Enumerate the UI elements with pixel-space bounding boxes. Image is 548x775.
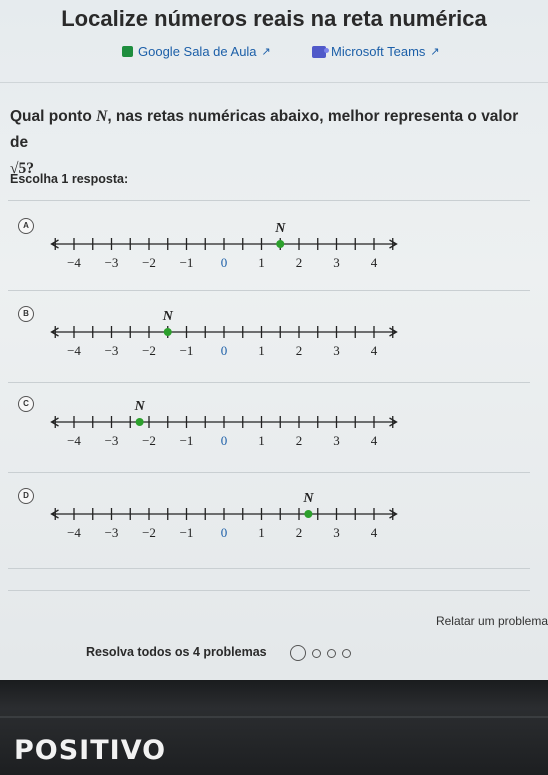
point-n <box>163 328 172 336</box>
tick-label: 0 <box>221 525 228 540</box>
progress-dot <box>342 648 351 658</box>
tick-label: −2 <box>142 433 156 448</box>
answer-option-d[interactable]: D −4 −3 −2 −1 0 1 2 3 4 N <box>0 482 548 562</box>
brand-logo: POSITIVO <box>14 735 167 766</box>
point-n-label: N <box>274 221 286 236</box>
tick-label: 3 <box>333 255 340 270</box>
header-divider <box>0 82 548 83</box>
tick-label: −2 <box>142 343 156 358</box>
tick-label: −1 <box>180 343 194 358</box>
answer-option-c[interactable]: C −4 −3 −2 −1 0 1 2 3 4 N <box>0 390 548 470</box>
tick-label: 4 <box>371 525 378 540</box>
tick-label: −4 <box>67 255 81 270</box>
tick-label: 2 <box>296 433 303 448</box>
tick-label: −2 <box>142 255 156 270</box>
question-variable: N <box>96 108 108 125</box>
tick-label: −4 <box>67 343 81 358</box>
tick-label: −4 <box>67 433 81 448</box>
tick-label: −4 <box>67 525 81 540</box>
tick-label: −3 <box>105 433 119 448</box>
progress-text: Resolva todos os 4 problemas <box>86 645 267 659</box>
tick-label: −3 <box>105 525 119 540</box>
answer-option-b[interactable]: B −4 −3 −2 −1 0 1 2 3 4 N <box>0 300 548 380</box>
answer-option-a[interactable]: A −4 −3 −2 −1 0 1 2 3 4 N <box>0 212 548 292</box>
google-classroom-label: Google Sala de Aula <box>138 44 257 59</box>
google-classroom-link[interactable]: Google Sala de Aula ↗ <box>122 44 271 59</box>
tick-label: 3 <box>333 525 340 540</box>
tick-label: 3 <box>333 343 340 358</box>
external-link-icon: ↗ <box>261 46 271 58</box>
tick-label: −3 <box>105 255 119 270</box>
bezel-edge <box>0 716 548 718</box>
tick-label: −1 <box>180 525 194 540</box>
screen: Localize números reais na reta numérica … <box>0 0 548 680</box>
tick-label: 4 <box>371 433 378 448</box>
tick-label: 1 <box>258 255 265 270</box>
tick-label: 2 <box>296 343 303 358</box>
number-line: −4 −3 −2 −1 0 1 2 3 4 N <box>50 399 398 448</box>
instruction: Escolha 1 resposta: <box>10 172 129 186</box>
point-n <box>135 418 144 426</box>
tick-label: 1 <box>258 433 265 448</box>
microsoft-teams-link[interactable]: Microsoft Teams ↗ <box>312 44 440 59</box>
tick-label: 1 <box>258 525 265 540</box>
point-n <box>276 240 285 248</box>
tick-label: −1 <box>180 433 194 448</box>
tick-label: 2 <box>296 255 303 270</box>
progress-dot <box>290 645 306 661</box>
tick-label: 0 <box>221 433 228 448</box>
tick-label: 4 <box>371 343 378 358</box>
number-line: −4 −3 −2 −1 0 1 2 3 4 N <box>50 309 398 358</box>
tick-label: 2 <box>296 525 303 540</box>
divider <box>8 382 530 383</box>
external-link-icon: ↗ <box>430 46 440 58</box>
page-title: Localize números reais na reta numérica <box>61 6 487 31</box>
report-problem-link[interactable]: Relatar um problema <box>436 614 548 628</box>
progress-dot <box>327 648 336 658</box>
divider <box>8 590 530 591</box>
google-classroom-icon <box>122 46 133 57</box>
progress-dots <box>290 645 351 661</box>
tick-label: 0 <box>221 255 228 270</box>
tick-label: −2 <box>142 525 156 540</box>
divider <box>8 290 530 291</box>
tick-label: 0 <box>221 343 228 358</box>
microsoft-teams-label: Microsoft Teams <box>331 44 426 59</box>
number-line: −4 −3 −2 −1 0 1 2 3 4 N <box>50 491 398 540</box>
tick-label: −1 <box>180 255 194 270</box>
point-n-label: N <box>134 399 146 414</box>
tick-label: 3 <box>333 433 340 448</box>
progress-dot <box>312 648 321 658</box>
tick-label: −3 <box>105 343 119 358</box>
divider <box>8 568 530 569</box>
tick-label: 4 <box>371 255 378 270</box>
number-line: −4 −3 −2 −1 0 1 2 3 4 N <box>50 221 398 270</box>
point-n <box>304 510 313 518</box>
point-n-label: N <box>302 491 314 506</box>
divider <box>8 472 530 473</box>
question-part: Qual ponto <box>10 108 92 125</box>
tick-label: 1 <box>258 343 265 358</box>
question-text: Qual ponto N, nas retas numéricas abaixo… <box>10 104 538 182</box>
microsoft-teams-icon <box>312 45 329 58</box>
point-n-label: N <box>162 309 174 324</box>
divider <box>8 200 530 201</box>
